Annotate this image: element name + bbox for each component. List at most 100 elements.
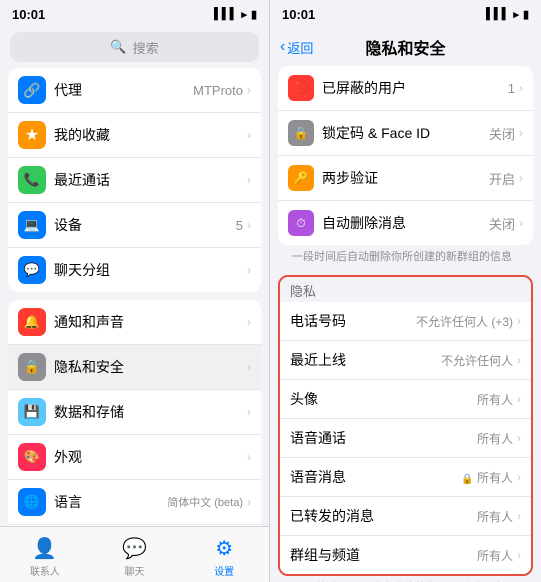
privacy-item-lastseen[interactable]: 最近上线 不允许任何人 › bbox=[280, 341, 531, 380]
settings-tab-icon: ⚙ bbox=[215, 536, 233, 561]
settings-item-favorites[interactable]: ★ 我的收藏 › bbox=[8, 113, 261, 158]
twostep-value: 开启 bbox=[489, 169, 515, 188]
settings-item-folders[interactable]: 💬 聊天分组 › bbox=[8, 248, 261, 292]
settings-tab-label: 设置 bbox=[214, 563, 234, 578]
avatar-label: 头像 bbox=[290, 389, 477, 409]
left-status-bar: 10:01 ▌▌▌ ▸ ▮ bbox=[0, 0, 269, 28]
phone-chevron: › bbox=[517, 314, 521, 328]
language-chevron: › bbox=[247, 495, 251, 509]
back-chevron-icon: ‹ bbox=[280, 38, 285, 56]
lastseen-value: 不允许任何人 bbox=[441, 352, 513, 369]
privacy-item-groups[interactable]: 群组与频道 所有人 › bbox=[280, 536, 531, 574]
right-nav: ‹ 返回 隐私和安全 bbox=[270, 28, 541, 66]
chats-tab-label: 聊天 bbox=[125, 563, 145, 578]
twostep-chevron: › bbox=[519, 171, 523, 185]
left-search-bar[interactable]: 🔍 搜索 bbox=[10, 32, 259, 62]
right-status-bar: 10:01 ▌▌▌ ▸ ▮ bbox=[270, 0, 541, 28]
language-icon: 🌐 bbox=[18, 488, 46, 516]
folders-chevron: › bbox=[247, 263, 251, 277]
privacy-item-avatar[interactable]: 头像 所有人 › bbox=[280, 380, 531, 419]
tab-contacts[interactable]: 👤 联系人 bbox=[0, 532, 90, 578]
autodelete-chevron: › bbox=[519, 216, 523, 230]
settings-item-storage[interactable]: 💾 数据和存储 › bbox=[8, 390, 261, 435]
devices-chevron: › bbox=[247, 218, 251, 232]
favorites-icon: ★ bbox=[18, 121, 46, 149]
tab-chats[interactable]: 💬 聊天 bbox=[90, 532, 180, 578]
wifi-icon: ▸ bbox=[241, 8, 247, 21]
notifications-chevron: › bbox=[247, 315, 251, 329]
folders-label: 聊天分组 bbox=[54, 260, 247, 280]
right-content: 🚫 已屏蔽的用户 1 › 🔒 锁定码 & Face ID 关闭 › 🔑 两步验证… bbox=[270, 66, 541, 582]
left-section-2: 🔔 通知和声音 › 🔒 隐私和安全 › ← 💾 数据和存储 › 🎨 外观 › bbox=[8, 300, 261, 526]
phone-value: 不允许任何人 (+3) bbox=[416, 313, 513, 330]
right-wifi-icon: ▸ bbox=[513, 8, 519, 21]
right-item-autodelete[interactable]: ⏱ 自动删除消息 关闭 › bbox=[278, 201, 533, 245]
contacts-tab-icon: 👤 bbox=[32, 536, 57, 561]
autodelete-icon: ⏱ bbox=[288, 210, 314, 236]
forwarded-value: 所有人 bbox=[477, 508, 513, 525]
notifications-label: 通知和声音 bbox=[54, 312, 247, 332]
right-item-passcode[interactable]: 🔒 锁定码 & Face ID 关闭 › bbox=[278, 111, 533, 156]
right-signal-icon: ▌▌▌ bbox=[486, 8, 509, 20]
right-status-icons: ▌▌▌ ▸ ▮ bbox=[486, 8, 529, 21]
settings-item-devices[interactable]: 💻 设备 5 › bbox=[8, 203, 261, 248]
avatar-value: 所有人 bbox=[477, 391, 513, 408]
privacy-section-header: 隐私 bbox=[280, 277, 531, 302]
left-panel: 10:01 ▌▌▌ ▸ ▮ 🔍 搜索 🔗 代理 MTProto › ★ 我的收藏… bbox=[0, 0, 270, 582]
battery-icon: ▮ bbox=[251, 8, 257, 21]
settings-item-proxy[interactable]: 🔗 代理 MTProto › bbox=[8, 68, 261, 113]
groups-chevron: › bbox=[517, 548, 521, 562]
favorites-chevron: › bbox=[247, 128, 251, 142]
storage-chevron: › bbox=[247, 405, 251, 419]
passcode-label: 锁定码 & Face ID bbox=[322, 123, 489, 143]
settings-item-language[interactable]: 🌐 语言 简体中文 (beta) › bbox=[8, 480, 261, 525]
privacy-item-forwarded[interactable]: 已转发的消息 所有人 › bbox=[280, 497, 531, 536]
right-item-blocked[interactable]: 🚫 已屏蔽的用户 1 › bbox=[278, 66, 533, 111]
privacy-item-phone[interactable]: 电话号码 不允许任何人 (+3) › bbox=[280, 302, 531, 341]
language-value: 简体中文 (beta) bbox=[167, 494, 243, 510]
calls-icon: 📞 bbox=[18, 166, 46, 194]
voicecall-chevron: › bbox=[517, 431, 521, 445]
voicemsg-value: 🔒 所有人 bbox=[461, 469, 513, 486]
blocked-chevron: › bbox=[519, 81, 523, 95]
signal-icon: ▌▌▌ bbox=[214, 8, 237, 20]
left-settings-list: 🔗 代理 MTProto › ★ 我的收藏 › 📞 最近通话 › 💻 设备 5 … bbox=[0, 68, 269, 526]
proxy-icon: 🔗 bbox=[18, 76, 46, 104]
right-panel: 10:01 ▌▌▌ ▸ ▮ ‹ 返回 隐私和安全 🚫 已屏蔽的用户 1 › 🔒 … bbox=[270, 0, 541, 582]
calls-label: 最近通话 bbox=[54, 170, 247, 190]
privacy-chevron: › bbox=[247, 360, 251, 374]
appearance-chevron: › bbox=[247, 450, 251, 464]
privacy-bordered-container: 隐私 电话号码 不允许任何人 (+3) › 最近上线 不允许任何人 › 头像 所… bbox=[278, 275, 533, 576]
proxy-chevron: › bbox=[247, 83, 251, 97]
left-status-icons: ▌▌▌ ▸ ▮ bbox=[214, 8, 257, 21]
passcode-value: 关闭 bbox=[489, 124, 515, 143]
passcode-icon: 🔒 bbox=[288, 120, 314, 146]
settings-item-notifications[interactable]: 🔔 通知和声音 › bbox=[8, 300, 261, 345]
settings-item-stickers[interactable]: 😊 贴纸与表情 10 › bbox=[8, 525, 261, 526]
tab-settings[interactable]: ⚙ 设置 bbox=[179, 532, 269, 578]
back-label: 返回 bbox=[287, 38, 313, 57]
storage-icon: 💾 bbox=[18, 398, 46, 426]
settings-item-calls[interactable]: 📞 最近通话 › bbox=[8, 158, 261, 203]
right-time: 10:01 bbox=[282, 7, 315, 22]
lock-icon-small: 🔒 bbox=[461, 474, 473, 485]
settings-item-appearance[interactable]: 🎨 外观 › bbox=[8, 435, 261, 480]
voicemsg-chevron: › bbox=[517, 470, 521, 484]
privacy-item-voicecall[interactable]: 语音通话 所有人 › bbox=[280, 419, 531, 458]
forwarded-chevron: › bbox=[517, 509, 521, 523]
right-nav-title: 隐私和安全 bbox=[365, 35, 445, 59]
privacy-border-box: 隐私 电话号码 不允许任何人 (+3) › 最近上线 不允许任何人 › 头像 所… bbox=[278, 275, 533, 576]
proxy-label: 代理 bbox=[54, 80, 193, 100]
blocked-label: 已屏蔽的用户 bbox=[322, 78, 508, 98]
right-battery-icon: ▮ bbox=[523, 8, 529, 21]
privacy-item-voicemsg[interactable]: 语音消息 🔒 所有人 › bbox=[280, 458, 531, 497]
back-button[interactable]: ‹ 返回 bbox=[280, 38, 313, 57]
appearance-icon: 🎨 bbox=[18, 443, 46, 471]
settings-item-privacy[interactable]: 🔒 隐私和安全 › ← bbox=[8, 345, 261, 390]
privacy-label: 隐私和安全 bbox=[54, 357, 247, 377]
calls-chevron: › bbox=[247, 173, 251, 187]
lastseen-chevron: › bbox=[517, 353, 521, 367]
storage-label: 数据和存储 bbox=[54, 402, 247, 422]
right-item-twostep[interactable]: 🔑 两步验证 开启 › bbox=[278, 156, 533, 201]
privacy-section-footer: 上面的选项可以决定谁能将您添加到群组/频道。 bbox=[280, 578, 531, 582]
